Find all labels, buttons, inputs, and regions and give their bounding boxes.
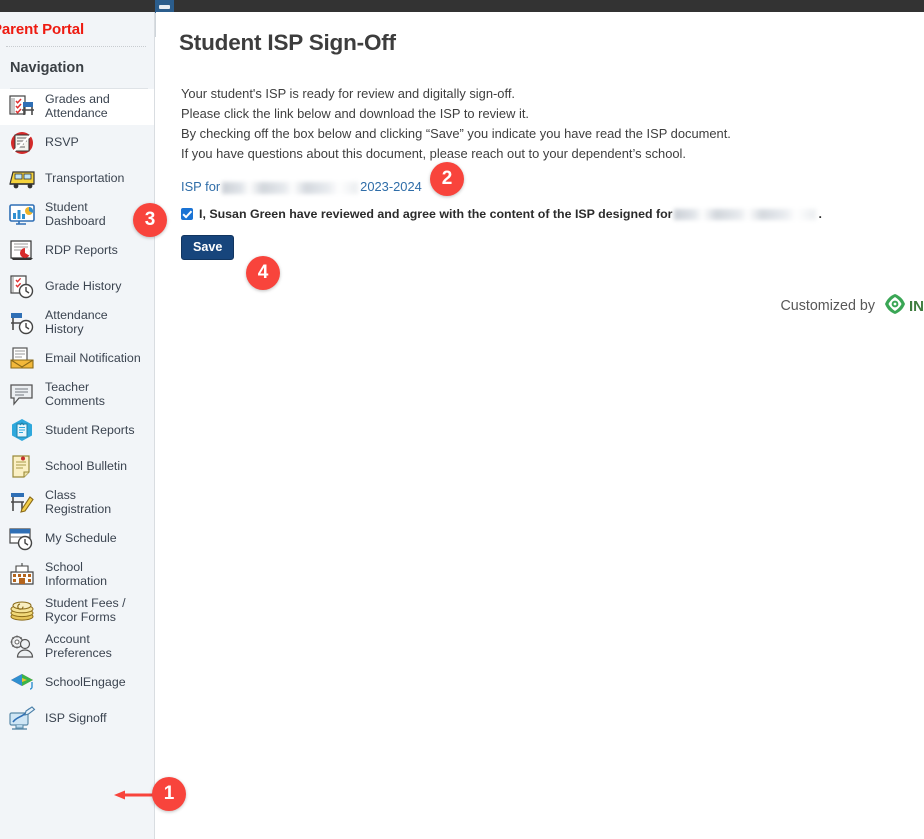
sidebar-item-label: Student Fees / Rycor Forms bbox=[45, 596, 126, 624]
sidebar-item-label: My Schedule bbox=[45, 531, 117, 546]
annotation-marker-3: 3 bbox=[133, 203, 167, 237]
navigation-list: Grades and Attendance RSVP Transportatio… bbox=[0, 89, 154, 737]
isp-signoff-icon bbox=[6, 704, 40, 734]
sidebar-item-my-schedule[interactable]: My Schedule bbox=[0, 521, 154, 557]
annotation-marker-1: 1 bbox=[152, 777, 186, 811]
sidebar-item-label: Student Dashboard bbox=[45, 200, 106, 228]
agreement-text: I, Susan Green have reviewed and agree w… bbox=[199, 207, 673, 221]
agreement-checkbox[interactable] bbox=[181, 208, 193, 220]
vendor-logo-icon bbox=[884, 293, 906, 319]
instructions-block: Your student's ISP is ready for review a… bbox=[181, 84, 924, 164]
sidebar-item-class-registration[interactable]: Class Registration bbox=[0, 485, 154, 521]
rdp-reports-icon bbox=[6, 236, 40, 266]
sidebar-item-student-dashboard[interactable]: Student Dashboard bbox=[0, 197, 154, 233]
sidebar-item-label: Grade History bbox=[45, 279, 122, 294]
sidebar-item-label: RDP Reports bbox=[45, 243, 118, 258]
sidebar-item-grade-history[interactable]: Grade History bbox=[0, 269, 154, 305]
sidebar-item-isp-signoff[interactable]: ISP Signoff bbox=[0, 701, 154, 737]
sidebar-item-transportation[interactable]: Transportation bbox=[0, 161, 154, 197]
save-button[interactable]: Save bbox=[181, 235, 235, 260]
email-notification-icon bbox=[6, 344, 40, 374]
sidebar-item-teacher-comments[interactable]: Teacher Comments bbox=[0, 377, 154, 413]
sidebar-item-label: Teacher Comments bbox=[45, 380, 105, 408]
annotation-arrow-1 bbox=[114, 790, 154, 800]
attendance-history-icon bbox=[6, 308, 40, 338]
sidebar-item-label: RSVP bbox=[45, 135, 79, 150]
class-registration-icon bbox=[6, 488, 40, 518]
school-information-icon bbox=[6, 560, 40, 590]
instruction-line: If you have questions about this documen… bbox=[181, 146, 686, 161]
navigation-heading: Navigation bbox=[10, 60, 85, 76]
navigation-sidebar: Parent Portal Navigation Grades and Atte… bbox=[0, 12, 155, 839]
sidebar-item-rdp-reports[interactable]: RDP Reports bbox=[0, 233, 154, 269]
sidebar-item-grades-and-attendance[interactable]: Grades and Attendance bbox=[0, 89, 154, 125]
grade-history-icon bbox=[6, 272, 40, 302]
instruction-line: Your student's ISP is ready for review a… bbox=[181, 86, 515, 101]
sidebar-item-label: ISP Signoff bbox=[45, 711, 107, 726]
parent-portal-page: Parent Portal Navigation Grades and Atte… bbox=[0, 0, 924, 839]
sidebar-item-school-bulletin[interactable]: School Bulletin bbox=[0, 449, 154, 485]
sidebar-item-label: SchoolEngage bbox=[45, 675, 126, 690]
customized-by-footer: Customized by IN bbox=[780, 293, 924, 319]
my-schedule-icon bbox=[6, 524, 40, 554]
sidebar-item-label: Class Registration bbox=[45, 488, 112, 516]
sidebar-item-email-notification[interactable]: Email Notification bbox=[0, 341, 154, 377]
page-title: Student ISP Sign-Off bbox=[179, 30, 396, 55]
redacted-student-name bbox=[674, 209, 817, 221]
sidebar-item-label: Email Notification bbox=[45, 351, 141, 366]
agreement-row: I, Susan Green have reviewed and agree w… bbox=[181, 207, 924, 221]
sidebar-item-school-information[interactable]: School Information bbox=[0, 557, 154, 593]
sidebar-item-label: Transportation bbox=[45, 171, 125, 186]
main-content: Student ISP Sign-Off Your student's ISP … bbox=[156, 12, 924, 839]
portal-title: Parent Portal bbox=[0, 21, 85, 38]
browser-top-bar bbox=[0, 0, 924, 12]
sidebar-item-rsvp[interactable]: RSVP bbox=[0, 125, 154, 161]
student-reports-icon bbox=[6, 416, 40, 446]
sidebar-item-label: Grades and Attendance bbox=[45, 92, 110, 120]
redacted-student-name bbox=[222, 181, 359, 194]
isp-link-row: ISP for 2023-2024 bbox=[181, 179, 924, 194]
agreement-text-end: . bbox=[818, 207, 822, 221]
sidebar-item-account-preferences[interactable]: Account Preferences bbox=[0, 629, 154, 665]
grades-attendance-icon bbox=[6, 92, 40, 122]
customized-by-label: Customized by bbox=[780, 298, 875, 314]
isp-download-link[interactable]: ISP for 2023-2024 bbox=[181, 179, 422, 194]
isp-link-prefix: ISP for bbox=[181, 179, 221, 194]
sidebar-item-label: Student Reports bbox=[45, 423, 135, 438]
sidebar-item-student-reports[interactable]: Student Reports bbox=[0, 413, 154, 449]
student-fees-icon bbox=[6, 596, 40, 626]
sidebar-item-label: School Bulletin bbox=[45, 459, 127, 474]
account-preferences-icon bbox=[6, 632, 40, 662]
sidebar-item-attendance-history[interactable]: Attendance History bbox=[0, 305, 154, 341]
school-bulletin-icon bbox=[6, 452, 40, 482]
student-dashboard-icon bbox=[6, 200, 40, 230]
instruction-line: Please click the link below and download… bbox=[181, 106, 530, 121]
sidebar-item-label: School Information bbox=[45, 560, 107, 588]
schoolengage-icon bbox=[6, 668, 40, 698]
rsvp-icon bbox=[6, 128, 40, 158]
transportation-icon bbox=[6, 164, 40, 194]
vendor-name: IN bbox=[909, 297, 924, 315]
sidebar-item-label: Attendance History bbox=[45, 308, 108, 336]
sidebar-item-label: Account Preferences bbox=[45, 632, 112, 660]
sidebar-item-schoolengage[interactable]: SchoolEngage bbox=[0, 665, 154, 701]
annotation-marker-4: 4 bbox=[246, 256, 280, 290]
teacher-comments-icon bbox=[6, 380, 40, 410]
agreement-label: I, Susan Green have reviewed and agree w… bbox=[199, 207, 822, 221]
sidebar-item-student-fees[interactable]: Student Fees / Rycor Forms bbox=[0, 593, 154, 629]
instruction-line: By checking off the box below and clicki… bbox=[181, 126, 731, 141]
isp-link-year: 2023-2024 bbox=[360, 179, 422, 194]
annotation-marker-2: 2 bbox=[430, 162, 464, 196]
